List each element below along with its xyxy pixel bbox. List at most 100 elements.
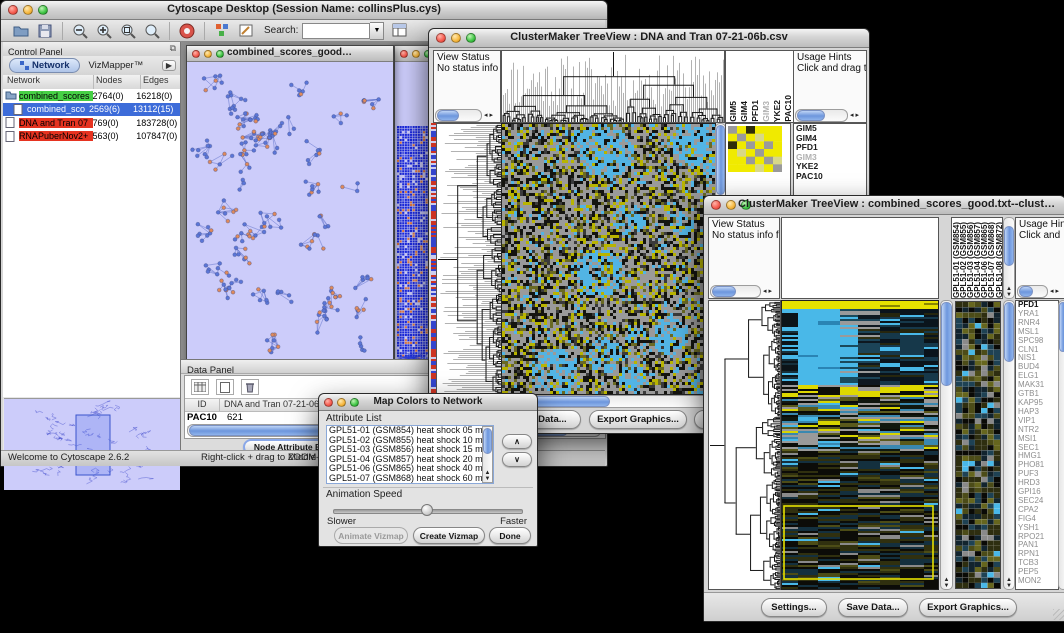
- tv2-save-data-button[interactable]: Save Data...: [838, 598, 908, 617]
- tv1-zoom-heatmap-canvas[interactable]: [728, 126, 782, 172]
- tabs-overflow-button[interactable]: ▶: [162, 60, 176, 71]
- create-vizmap-button[interactable]: Create Vizmap: [413, 527, 485, 544]
- tv2-heatmap-canvas[interactable]: [781, 300, 939, 590]
- treeview2-titlebar[interactable]: ClusterMaker TreeView : combined_scores_…: [704, 196, 1064, 215]
- move-up-button[interactable]: ∧: [502, 434, 532, 449]
- usage-hints-scrollbar[interactable]: ◂▸: [795, 109, 863, 121]
- tab-vizmapper[interactable]: VizMapper™: [80, 59, 151, 72]
- tv2-column-labels: GPL51-01 (GSM854)GPL51-02 (GSM855)GPL51-…: [951, 217, 1003, 299]
- minimize-button[interactable]: [23, 5, 33, 15]
- view-status-title: View Status: [434, 51, 500, 63]
- minimize-button[interactable]: [726, 200, 736, 210]
- tv2-button-bar: Settings... Save Data... Export Graphics…: [704, 592, 1064, 621]
- tv2-zoom-heatmap-canvas[interactable]: [955, 301, 1001, 589]
- zoom-button[interactable]: [350, 398, 359, 407]
- scroll-arrows-icon[interactable]: ▲▼: [941, 577, 952, 589]
- slider-thumb[interactable]: [421, 504, 433, 516]
- scroll-arrows-icon[interactable]: ◂▸: [848, 111, 863, 119]
- network-row-combined-scores[interactable]: combined_scores 2764(0) 16218(0): [3, 89, 180, 103]
- zoom-fit-button[interactable]: [142, 21, 162, 41]
- scroll-arrows-icon[interactable]: ▲▼: [1004, 286, 1014, 298]
- minimize-button[interactable]: [412, 50, 420, 58]
- minimize-button[interactable]: [337, 398, 346, 407]
- attribute-list-vscrollbar[interactable]: ▲▼: [482, 426, 493, 483]
- tv2-view-status-panel: View Status No status info f ◂▸: [708, 217, 780, 299]
- network-overview-canvas[interactable]: [4, 398, 180, 490]
- network-row-rnapuber[interactable]: RNAPuberNov2+ 563(0) 107847(0): [3, 130, 180, 144]
- move-down-button[interactable]: ∨: [502, 452, 532, 467]
- float-panel-icon[interactable]: ⧉: [170, 43, 176, 54]
- tv2-row-dendrogram-canvas[interactable]: [708, 300, 781, 590]
- close-button[interactable]: [8, 5, 18, 15]
- annotation-button[interactable]: [236, 21, 256, 41]
- tv2-column-label-vscrollbar[interactable]: ▲▼: [1003, 217, 1015, 299]
- minimize-button[interactable]: [451, 33, 461, 43]
- animate-vizmap-button[interactable]: Animate Vizmap: [334, 527, 408, 544]
- zoom-out-button[interactable]: [70, 21, 90, 41]
- tv2-gene-vscrollbar[interactable]: [1058, 300, 1064, 590]
- network-row-combined-sco[interactable]: combined_sco 2569(6) 13112(15): [3, 103, 180, 117]
- scroll-arrows-icon[interactable]: ◂▸: [482, 111, 497, 119]
- toolbar-separator: [169, 22, 170, 40]
- attribute-listbox[interactable]: GPL51-01 (GSM854) heat shock 05 minGPL51…: [326, 425, 494, 484]
- new-attribute-button[interactable]: [216, 379, 234, 395]
- treeview1-titlebar[interactable]: ClusterMaker TreeView : DNA and Tran 07-…: [429, 29, 869, 48]
- column-label: PFD1: [750, 100, 761, 122]
- map-dialog-titlebar[interactable]: Map Colors to Network: [319, 394, 537, 411]
- tv1-heatmap-canvas[interactable]: [501, 123, 716, 395]
- network-file-icon: [5, 117, 17, 128]
- close-button[interactable]: [324, 398, 333, 407]
- tv2-settings-button[interactable]: Settings...: [761, 598, 827, 617]
- zoom-button[interactable]: [216, 50, 224, 58]
- network-canvas-front[interactable]: [187, 62, 391, 362]
- usage-hints-scrollbar[interactable]: ◂▸: [1017, 285, 1063, 297]
- close-button[interactable]: [400, 50, 408, 58]
- network-tab-icon: [20, 61, 29, 70]
- scroll-arrows-icon[interactable]: ◂▸: [1048, 287, 1063, 295]
- view-status-title: View Status: [709, 218, 779, 230]
- done-button[interactable]: Done: [489, 527, 531, 544]
- scroll-arrows-icon[interactable]: ▲▼: [1004, 577, 1014, 589]
- tv2-heatmap-vscrollbar[interactable]: ▲▼: [940, 300, 953, 590]
- minimize-button[interactable]: [204, 50, 212, 58]
- close-button[interactable]: [436, 33, 446, 43]
- tv2-export-graphics-button[interactable]: Export Graphics...: [919, 598, 1017, 617]
- tv1-row-dendrogram-canvas[interactable]: [436, 123, 502, 395]
- scroll-arrows-icon[interactable]: ◂▸: [761, 287, 776, 295]
- control-panel: Control Panel ⧉ Network VizMapper™ ▶ Net…: [3, 42, 181, 450]
- treeview1-title: ClusterMaker TreeView : DNA and Tran 07-…: [469, 31, 829, 43]
- search-input[interactable]: [302, 23, 370, 39]
- network-frame-front[interactable]: combined_scores_good.txt--cluste...: [186, 45, 394, 364]
- save-button[interactable]: [35, 21, 55, 41]
- import-table-button[interactable]: [390, 21, 410, 41]
- network-row-dna-tran[interactable]: DNA and Tran 07 769(0) 183728(0): [3, 116, 180, 130]
- attribute-list-label: Attribute List: [326, 413, 382, 424]
- close-button[interactable]: [711, 200, 721, 210]
- network-file-icon: [13, 104, 25, 115]
- col-nodes: Nodes: [94, 75, 141, 89]
- main-titlebar[interactable]: Cytoscape Desktop (Session Name: collins…: [1, 1, 607, 20]
- attribute-item[interactable]: GPL51-07 (GSM868) heat shock 60 min: [329, 474, 493, 484]
- zoom-in-button[interactable]: [94, 21, 114, 41]
- open-button[interactable]: [11, 21, 31, 41]
- scroll-arrows-icon[interactable]: ▲▼: [483, 470, 492, 482]
- view-status-scrollbar[interactable]: ◂▸: [435, 109, 497, 121]
- plugin-manager-button[interactable]: [212, 21, 232, 41]
- animation-speed-slider[interactable]: [333, 504, 523, 516]
- attribute-select-button[interactable]: [191, 379, 209, 395]
- tv1-export-graphics-button[interactable]: Export Graphics...: [589, 410, 687, 429]
- close-button[interactable]: [192, 50, 200, 58]
- status-welcome: Welcome to Cytoscape 2.6.2: [8, 452, 129, 463]
- help-button[interactable]: [177, 21, 197, 41]
- gene-label: PAC10: [794, 172, 866, 182]
- zoom-selected-button[interactable]: [118, 21, 138, 41]
- delete-attribute-button[interactable]: [241, 379, 259, 395]
- status-pan-hint: Middle-: [288, 452, 319, 463]
- tv1-column-dendrogram-canvas[interactable]: [501, 50, 725, 123]
- tab-network[interactable]: Network: [9, 58, 80, 73]
- tv2-zoom-vscrollbar[interactable]: ▲▼: [1003, 300, 1015, 590]
- search-dropdown-button[interactable]: ▼: [370, 22, 384, 40]
- resize-grip[interactable]: [1053, 609, 1064, 620]
- view-status-scrollbar[interactable]: ◂▸: [710, 285, 776, 297]
- usage-hints-text: Click and: [1016, 230, 1064, 241]
